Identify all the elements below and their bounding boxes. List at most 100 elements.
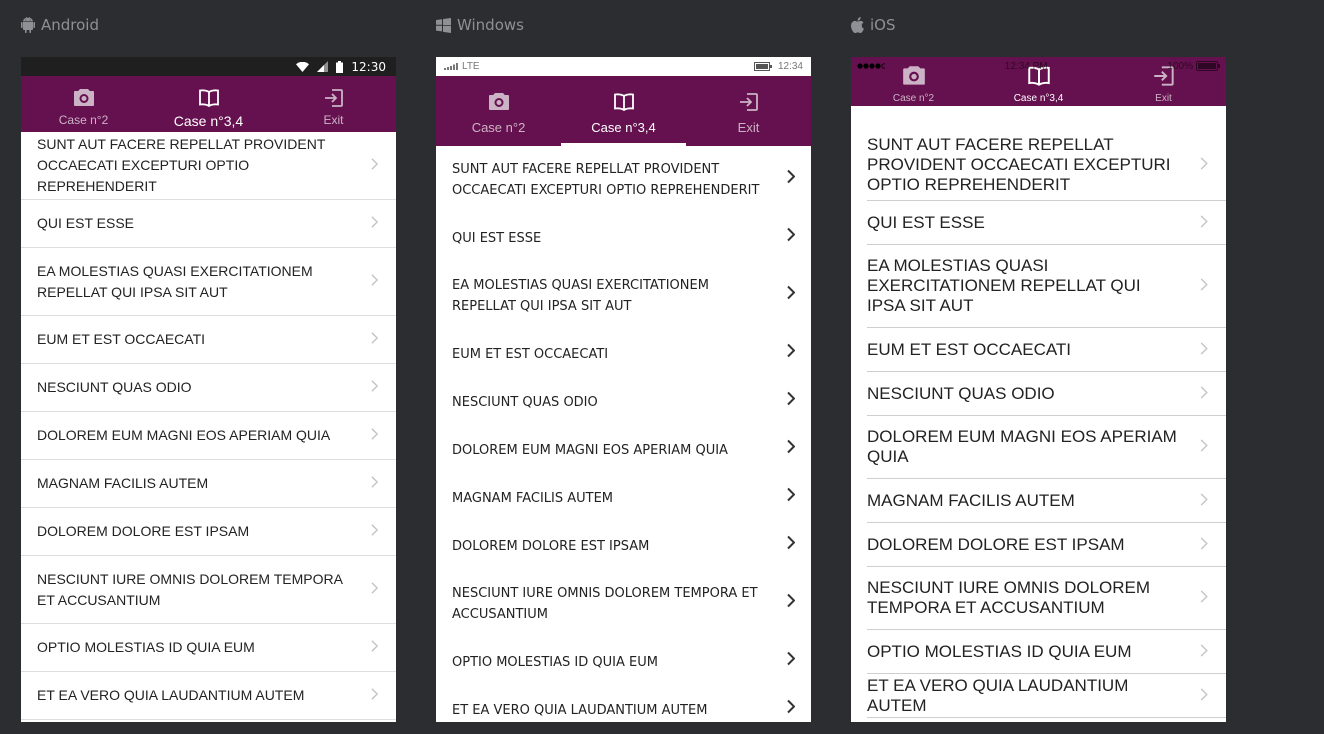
book-icon (612, 90, 636, 114)
list-item[interactable]: OPTIO MOLESTIAS ID QUIA EUM (21, 624, 396, 672)
list-item[interactable]: DOLOREM DOLORE EST IPSAM (867, 523, 1226, 567)
list-item-label: SUNT AUT FACERE REPELLAT PROVIDENT OCCAE… (867, 134, 1171, 194)
status-time: 12:34 (777, 61, 803, 72)
list-item[interactable]: EA MOLESTIAS QUASI EXERCITATIONEM REPELL… (436, 262, 811, 330)
list-item-label: QUI EST ESSE (452, 230, 542, 246)
list-item[interactable]: OPTIO MOLESTIAS ID QUIA EUM (436, 638, 811, 686)
tab-exit[interactable]: Exit (271, 76, 396, 132)
list-item-label: DOLOREM EUM MAGNI EOS APERIAM QUIA (867, 427, 1177, 466)
chevron-right-icon (371, 271, 379, 292)
list-item[interactable]: DOLOREM EUM MAGNI EOS APERIAM QUIA (21, 412, 396, 460)
list-item-label: QUI EST ESSE (867, 212, 985, 232)
chevron-right-icon (787, 285, 796, 307)
chevron-right-icon (787, 227, 796, 249)
list-item[interactable]: SUNT AUT FACERE REPELLAT PROVIDENT OCCAE… (867, 129, 1226, 201)
chevron-right-icon (371, 685, 379, 706)
list-item[interactable]: QUI EST ESSE (436, 214, 811, 262)
list-item[interactable]: OPTIO MOLESTIAS ID QUIA EUM (867, 630, 1226, 674)
status-right: 12:34 (753, 61, 803, 72)
list-item[interactable]: ET EA VERO QUIA LAUDANTIUM AUTEM (436, 686, 811, 722)
list-item[interactable]: EUM ET EST OCCAECATI (867, 328, 1226, 372)
status-network: LTE (462, 61, 480, 72)
chevron-right-icon (1200, 155, 1208, 175)
list-item-label: OPTIO MOLESTIAS ID QUIA EUM (37, 639, 255, 655)
list-item-label: QUI EST ESSE (37, 215, 134, 231)
list-item[interactable]: MAGNAM FACILIS AUTEM (436, 474, 811, 522)
list-item[interactable]: DOLOREM DOLORE EST IPSAM (21, 508, 396, 556)
battery-icon (336, 60, 344, 73)
list-item[interactable]: DOLOREM EUM MAGNI EOS APERIAM QUIA (867, 416, 1226, 479)
status-battery: 100% (1167, 60, 1193, 72)
chevron-right-icon (1200, 686, 1208, 706)
windows-label-text: Windows (457, 16, 524, 34)
ios-label: iOS (851, 15, 896, 35)
list-item[interactable]: ET EA VERO QUIA LAUDANTIUM AUTEM (867, 674, 1226, 718)
camera-icon (72, 86, 96, 110)
list-item[interactable]: MAGNAM FACILIS AUTEM (867, 479, 1226, 523)
windows-phone: LTE 12:34 Case n°2 Case n°3,4 Exit SUNT … (436, 57, 811, 722)
list-item[interactable]: EA MOLESTIAS QUASI EXERCITATIONEM REPELL… (867, 245, 1226, 328)
chevron-right-icon (1200, 588, 1208, 608)
chevron-right-icon (371, 155, 379, 176)
chevron-right-icon (1200, 213, 1208, 233)
chevron-right-icon (371, 377, 379, 398)
status-left: LTE (444, 61, 480, 72)
tab-case-3-4[interactable]: Case n°3,4 (561, 76, 686, 146)
list-item[interactable]: SUNT AUT FACERE REPELLAT PROVIDENT OCCAE… (21, 132, 396, 200)
tab-case-2[interactable]: Case n°2 (21, 76, 146, 132)
list-item-label: MAGNAM FACILIS AUTEM (867, 490, 1075, 510)
chevron-right-icon (787, 651, 796, 673)
list-item[interactable]: NESCIUNT IURE OMNIS DOLOREM TEMPORA ET A… (436, 570, 811, 638)
tab-case-3-4[interactable]: Case n°3,4 (146, 76, 271, 132)
windows-icon (436, 17, 451, 33)
chevron-right-icon (371, 213, 379, 234)
list-item-label: EUM ET EST OCCAECATI (867, 339, 1072, 359)
signal-dots-icon (857, 63, 885, 69)
list-item[interactable]: EUM ET EST OCCAECATI (21, 316, 396, 364)
tab-case-2[interactable]: Case n°2 (436, 76, 561, 146)
list-item[interactable]: QUI EST ESSE (867, 201, 1226, 245)
list-item[interactable]: EUM ET EST OCCAECATI (436, 330, 811, 378)
chevron-right-icon (1200, 491, 1208, 511)
list-item-label: DOLOREM DOLORE EST IPSAM (867, 534, 1125, 554)
list-item-label: DOLOREM EUM MAGNI EOS APERIAM QUIA (452, 442, 728, 458)
list-item[interactable]: DOLOREM DOLORE EST IPSAM (436, 522, 811, 570)
list-item[interactable]: NESCIUNT QUAS ODIO (867, 372, 1226, 416)
list-item[interactable]: QUI EST ESSE (21, 200, 396, 248)
list-item[interactable]: ET EA VERO QUIA LAUDANTIUM AUTEM (21, 672, 396, 720)
list-item-label: DOLOREM DOLORE EST IPSAM (452, 538, 650, 554)
chevron-right-icon (371, 329, 379, 350)
android-phone: 12:30 Case n°2 Case n°3,4 Exit SUNT AUT … (21, 57, 396, 722)
ios-phone: Case n°2 Case n°3,4 Exit 12:34 PM 100% S… (851, 57, 1226, 722)
list-item-label: SUNT AUT FACERE REPELLAT PROVIDENT OCCAE… (452, 162, 760, 198)
item-list: SUNT AUT FACERE REPELLAT PROVIDENT OCCAE… (21, 132, 396, 722)
chevron-right-icon (787, 343, 796, 365)
list-item-label: EA MOLESTIAS QUASI EXERCITATIONEM REPELL… (37, 262, 313, 300)
list-item-label: NESCIUNT IURE OMNIS DOLOREM TEMPORA ET A… (452, 586, 758, 622)
android-label-text: Android (41, 16, 99, 34)
chevron-right-icon (1200, 276, 1208, 296)
tab-exit[interactable]: Exit (686, 76, 811, 146)
chevron-right-icon (1200, 340, 1208, 360)
chevron-right-icon (1200, 535, 1208, 555)
list-item[interactable]: NESCIUNT IURE OMNIS DOLOREM TEMPORA ET A… (867, 567, 1226, 630)
chevron-right-icon (371, 579, 379, 600)
tab-bar: Case n°2 Case n°3,4 Exit (436, 76, 811, 146)
list-item[interactable]: NESCIUNT IURE OMNIS DOLOREM TEMPORA ET A… (21, 556, 396, 624)
list-item-label: EUM ET EST OCCAECATI (452, 346, 609, 362)
chevron-right-icon (787, 593, 796, 615)
list-item-label: EUM ET EST OCCAECATI (37, 331, 206, 347)
status-time: 12:34 PM (1004, 60, 1048, 72)
list-item[interactable]: EA MOLESTIAS QUASI EXERCITATIONEM REPELL… (21, 248, 396, 316)
exit-icon (322, 86, 346, 110)
list-item[interactable]: NESCIUNT QUAS ODIO (436, 378, 811, 426)
exit-icon (737, 90, 761, 114)
list-item-label: NESCIUNT IURE OMNIS DOLOREM TEMPORA ET A… (867, 578, 1151, 617)
list-item[interactable]: NESCIUNT QUAS ODIO (21, 364, 396, 412)
list-item[interactable]: DOLOREM EUM MAGNI EOS APERIAM QUIA (436, 426, 811, 474)
chevron-right-icon (787, 439, 796, 461)
list-item[interactable]: SUNT AUT FACERE REPELLAT PROVIDENT OCCAE… (436, 146, 811, 214)
android-label: Android (21, 15, 99, 35)
status-bar: 12:34 PM 100% (851, 57, 1226, 75)
list-item[interactable]: MAGNAM FACILIS AUTEM (21, 460, 396, 508)
